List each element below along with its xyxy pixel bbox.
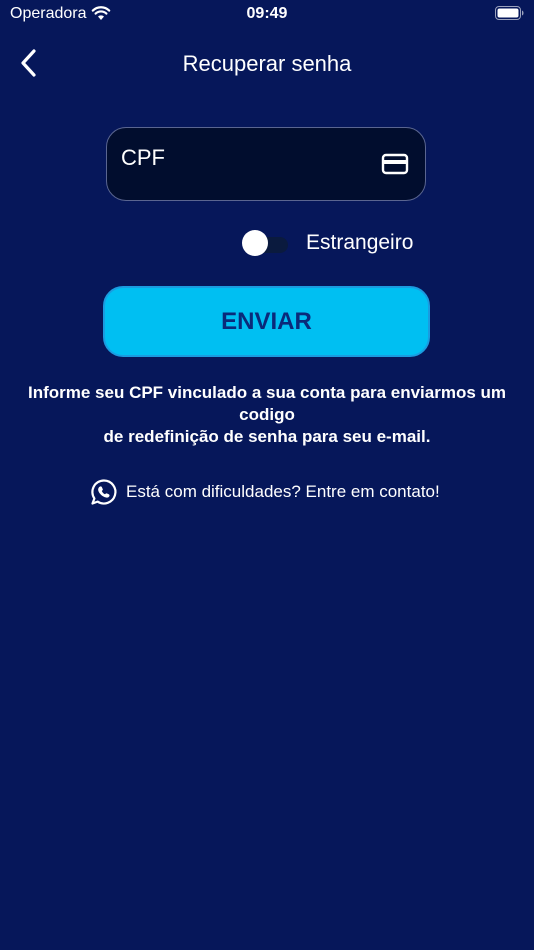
credit-card-icon <box>381 153 409 175</box>
status-bar: Operadora 09:49 <box>0 0 534 28</box>
cpf-input[interactable] <box>121 122 371 194</box>
info-text-line-1: Informe seu CPF vinculado a sua conta pa… <box>27 383 507 424</box>
toggle-knob <box>242 230 268 256</box>
info-text: Informe seu CPF vinculado a sua conta pa… <box>0 382 534 448</box>
battery-icon <box>495 6 524 20</box>
foreigner-toggle[interactable] <box>242 230 288 256</box>
contact-label: Está com dificuldades? Entre em contato! <box>126 482 440 501</box>
send-button[interactable]: ENVIAR <box>103 286 430 357</box>
foreigner-toggle-row: Estrangeiro <box>240 228 440 258</box>
cpf-field[interactable] <box>106 122 426 201</box>
whatsapp-icon <box>91 479 117 505</box>
info-text-line-2: de redefinição de senha para seu e-mail. <box>103 427 431 446</box>
nav-bar: Recuperar senha <box>0 40 534 86</box>
page-title: Recuperar senha <box>182 51 352 76</box>
contact-link[interactable]: Está com dificuldades? Entre em contato! <box>90 476 470 508</box>
status-time: 09:49 <box>246 5 288 22</box>
foreigner-label: Estrangeiro <box>306 231 414 254</box>
